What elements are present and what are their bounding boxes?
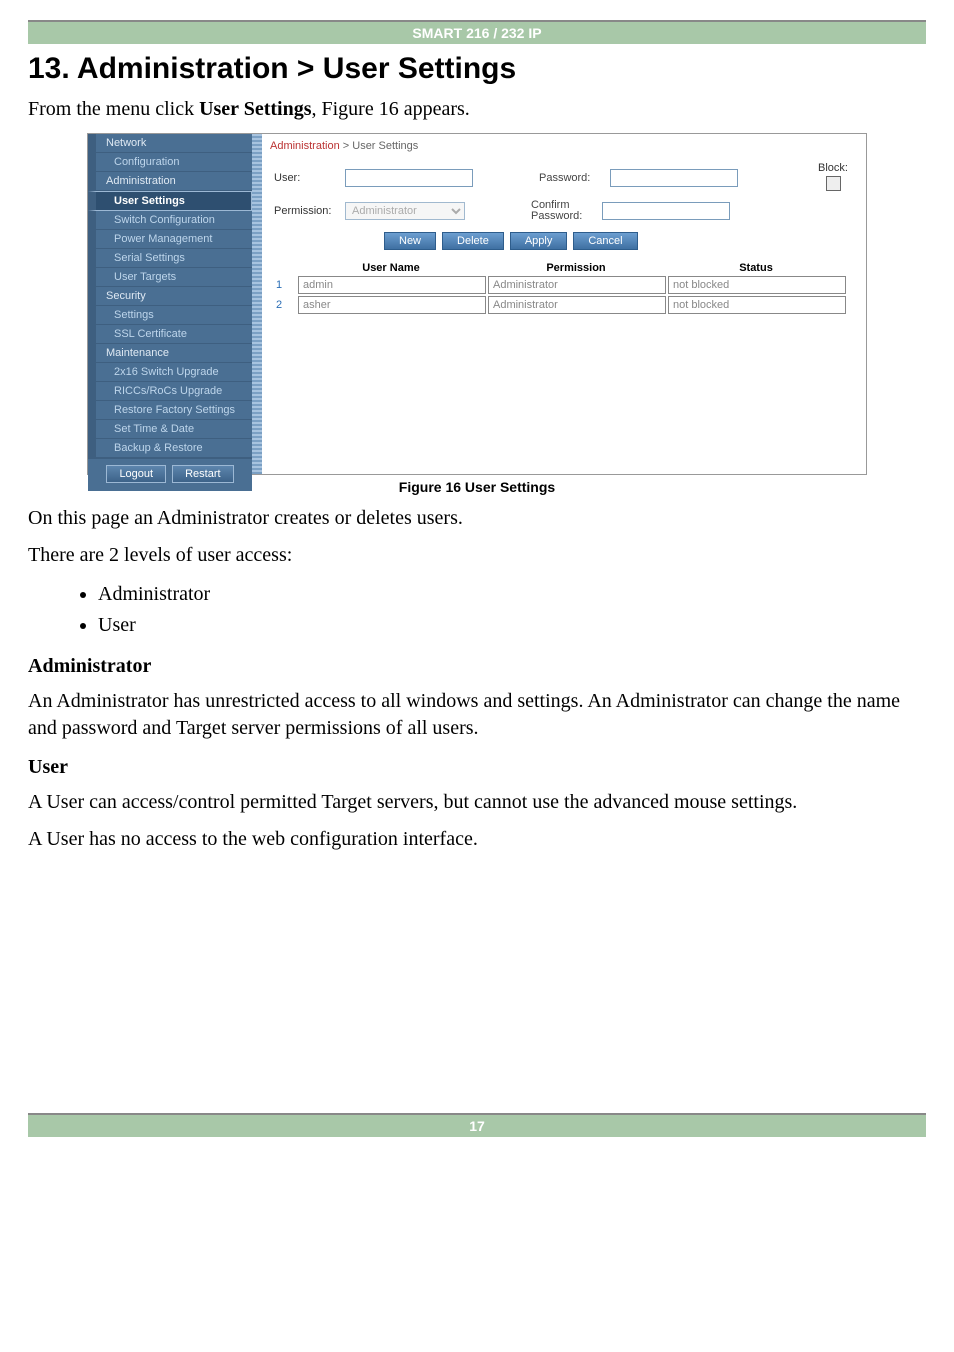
user-paragraph-2: A User has no access to the web configur… — [28, 826, 926, 853]
password-input[interactable] — [610, 169, 738, 187]
levels-list: Administrator User — [28, 579, 926, 641]
user-input[interactable] — [345, 169, 473, 187]
cell-username: admin — [298, 276, 486, 294]
sidebar-item-power-management[interactable]: Power Management — [88, 230, 252, 249]
sidebar-item-switch-configuration[interactable]: Switch Configuration — [88, 211, 252, 230]
figure-16: NetworkConfigurationAdministrationUser S… — [87, 133, 867, 495]
admin-heading: Administrator — [28, 655, 926, 678]
intro-bold: User Settings — [199, 98, 311, 120]
user-heading: User — [28, 756, 926, 779]
user-paragraph-1: A User can access/control permitted Targ… — [28, 789, 926, 816]
header-bar: SMART 216 / 232 IP — [28, 20, 926, 44]
intro-paragraph: From the menu click User Settings, Figur… — [28, 96, 926, 123]
sidebar-item-user-targets[interactable]: User Targets — [88, 268, 252, 287]
level-item: Administrator — [98, 579, 926, 610]
sidebar-item-riccs-rocs-upgrade[interactable]: RICCs/RoCs Upgrade — [88, 382, 252, 401]
sidebar-item-maintenance[interactable]: Maintenance — [88, 344, 252, 363]
breadcrumb-page: User Settings — [352, 140, 418, 152]
section-title: 13. Administration > User Settings — [28, 52, 926, 86]
sidebar-item-administration[interactable]: Administration — [88, 172, 252, 191]
permission-label: Permission: — [274, 205, 339, 217]
level-item: User — [98, 610, 926, 641]
table-row[interactable]: 2asherAdministratornot blocked — [270, 296, 848, 314]
apply-button[interactable]: Apply — [510, 232, 568, 250]
page-number-bar: 17 — [28, 1113, 926, 1137]
cell-permission: Administrator — [488, 296, 666, 314]
sidebar: NetworkConfigurationAdministrationUser S… — [88, 134, 252, 474]
sidebar-item-settings[interactable]: Settings — [88, 306, 252, 325]
para-after-figure: On this page an Administrator creates or… — [28, 505, 926, 532]
para-levels: There are 2 levels of user access: — [28, 542, 926, 569]
delete-button[interactable]: Delete — [442, 232, 504, 250]
block-label: Block: — [818, 162, 848, 174]
cell-status: not blocked — [668, 296, 846, 314]
restart-button[interactable]: Restart — [172, 465, 233, 483]
breadcrumb: Administration > User Settings — [252, 134, 866, 162]
row-index: 2 — [270, 299, 298, 311]
intro-prefix: From the menu click — [28, 98, 199, 120]
sidebar-item-restore-factory-settings[interactable]: Restore Factory Settings — [88, 401, 252, 420]
sidebar-item-network[interactable]: Network — [88, 134, 252, 153]
password-label: Password: — [539, 172, 604, 184]
col-header-status: Status — [666, 262, 846, 274]
col-header-permission: Permission — [486, 262, 666, 274]
col-header-username: User Name — [296, 262, 486, 274]
user-table: User Name Permission Status 1adminAdmini… — [270, 260, 848, 314]
button-row: New Delete Apply Cancel — [384, 232, 848, 250]
sidebar-item-user-settings[interactable]: User Settings — [88, 191, 252, 211]
user-label: User: — [274, 172, 339, 184]
admin-paragraph: An Administrator has unrestricted access… — [28, 688, 926, 742]
sidebar-item-serial-settings[interactable]: Serial Settings — [88, 249, 252, 268]
cell-status: not blocked — [668, 276, 846, 294]
sidebar-item-ssl-certificate[interactable]: SSL Certificate — [88, 325, 252, 344]
intro-suffix: , Figure 16 appears. — [311, 98, 469, 120]
breadcrumb-sep: > — [340, 140, 353, 152]
sidebar-item-security[interactable]: Security — [88, 287, 252, 306]
app-window: NetworkConfigurationAdministrationUser S… — [87, 133, 867, 475]
main-pane: Administration > User Settings User: Pas… — [252, 134, 866, 474]
block-checkbox[interactable] — [826, 176, 841, 191]
confirm-password-input[interactable] — [602, 202, 730, 220]
logout-button[interactable]: Logout — [106, 465, 166, 483]
new-button[interactable]: New — [384, 232, 436, 250]
confirm-password-label: Confirm Password: — [531, 200, 596, 222]
sidebar-item-set-time-date[interactable]: Set Time & Date — [88, 420, 252, 439]
cell-username: asher — [298, 296, 486, 314]
row-index: 1 — [270, 279, 298, 291]
user-form: User: Password: Block: Permission: Admin… — [252, 162, 866, 250]
permission-select[interactable]: Administrator — [345, 202, 465, 220]
breadcrumb-root: Administration — [270, 140, 340, 152]
cell-permission: Administrator — [488, 276, 666, 294]
table-row[interactable]: 1adminAdministratornot blocked — [270, 276, 848, 294]
sidebar-item-backup-restore[interactable]: Backup & Restore — [88, 439, 252, 458]
cancel-button[interactable]: Cancel — [573, 232, 637, 250]
sidebar-buttons: Logout Restart — [88, 458, 252, 491]
sidebar-item-2x16-switch-upgrade[interactable]: 2x16 Switch Upgrade — [88, 363, 252, 382]
sidebar-item-configuration[interactable]: Configuration — [88, 153, 252, 172]
divider-stripe — [252, 134, 262, 474]
